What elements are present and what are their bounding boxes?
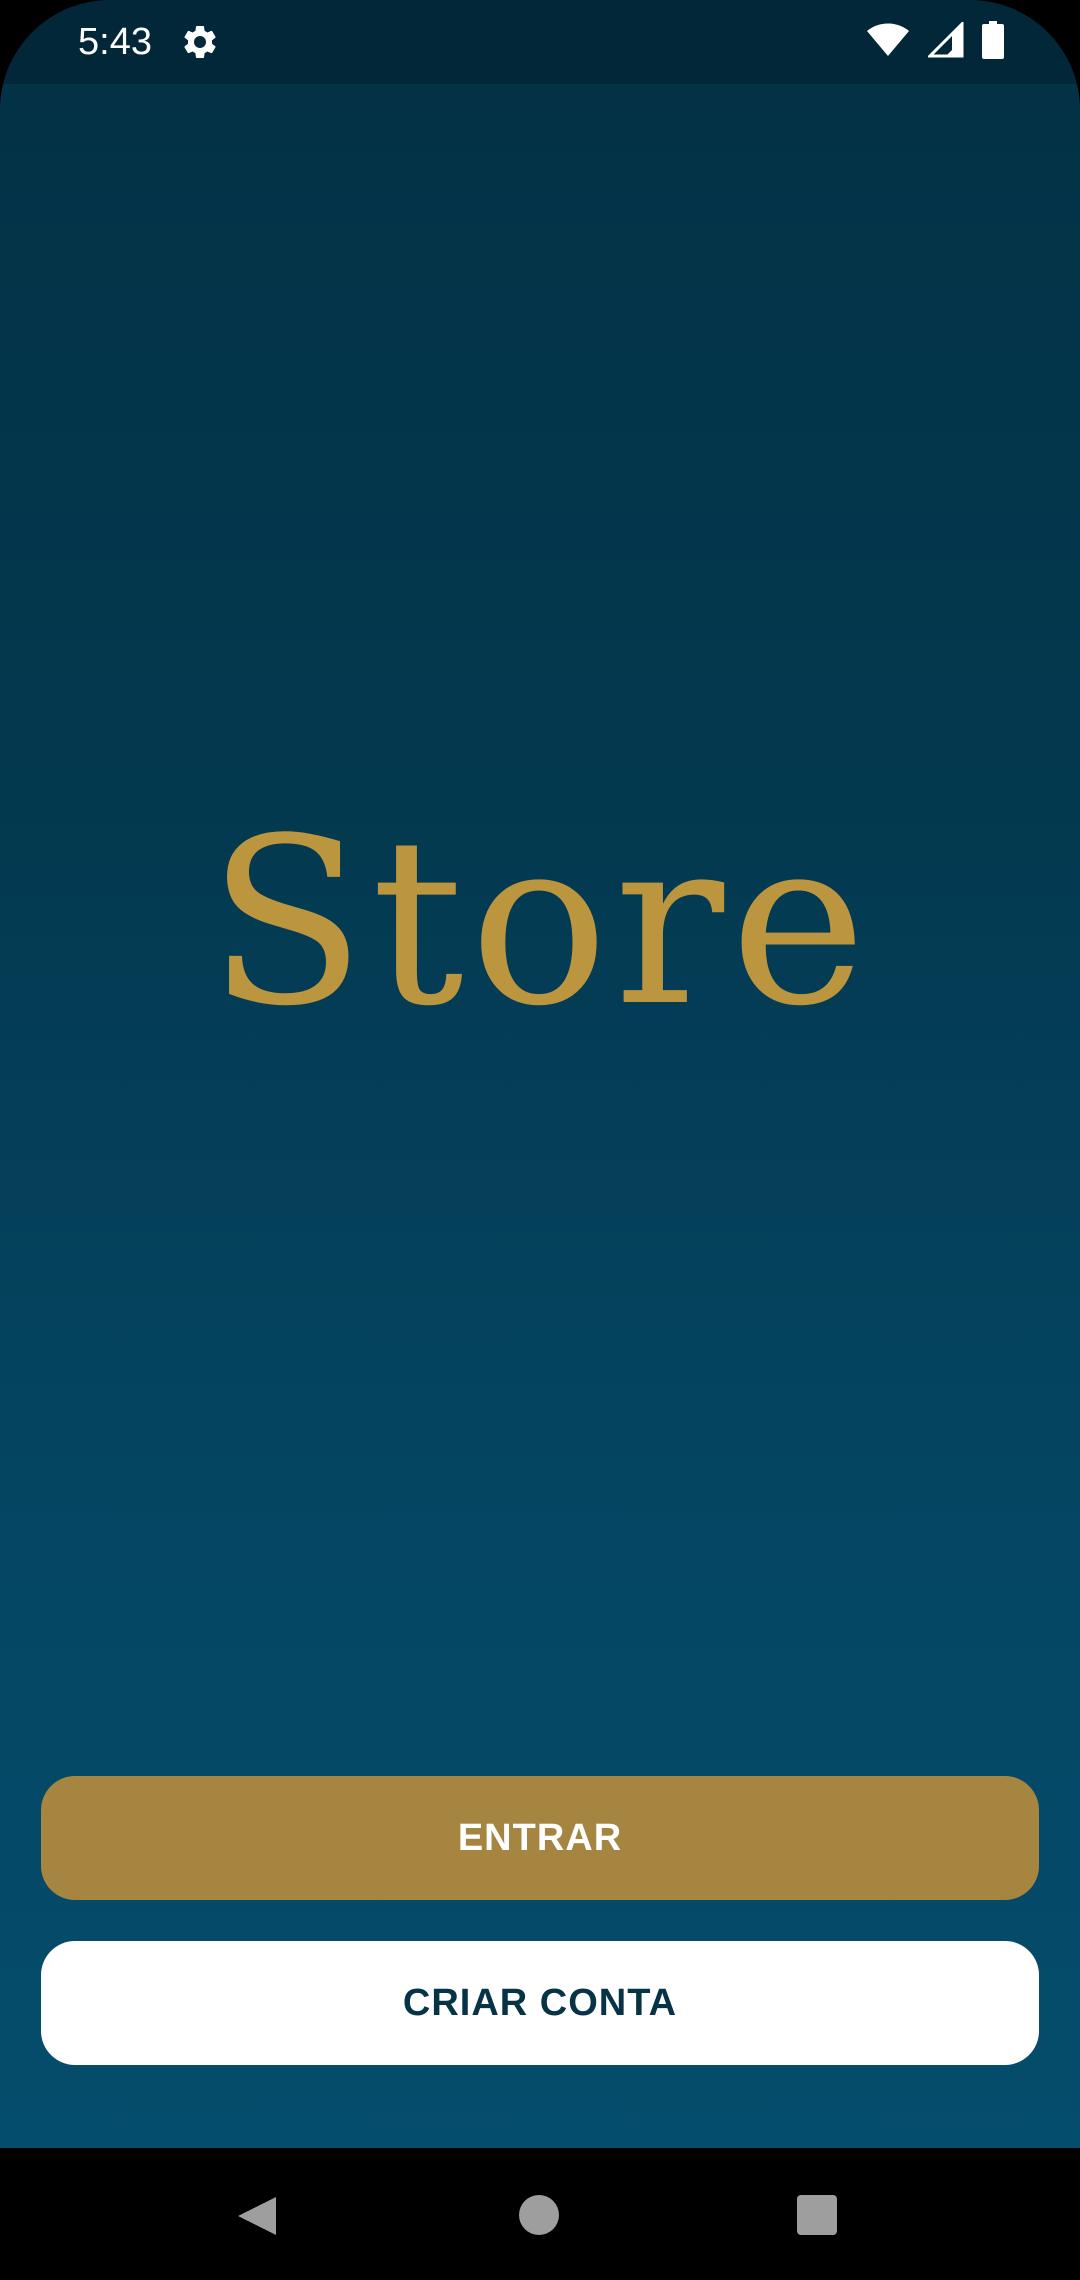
status-time: 5:43	[78, 21, 152, 63]
login-button[interactable]: ENTRAR	[41, 1776, 1039, 1900]
signal-icon	[926, 19, 964, 63]
navigation-bar	[0, 2148, 1080, 2280]
wifi-icon	[866, 22, 910, 63]
welcome-screen: Store ENTRAR CRIAR CONTA	[0, 84, 1080, 2148]
recents-icon[interactable]	[797, 2195, 837, 2235]
brand-logo: Store	[207, 790, 873, 1057]
status-bar: 5:43	[0, 0, 1080, 84]
phone-screen: 5:43 Store ENTRAR CRIAR CONTA	[0, 0, 1080, 2280]
back-icon[interactable]	[236, 2194, 280, 2238]
battery-icon	[982, 20, 1004, 64]
home-icon[interactable]	[519, 2195, 559, 2235]
create-account-button[interactable]: CRIAR CONTA	[41, 1941, 1039, 2065]
status-icons	[866, 19, 1004, 64]
gear-icon	[180, 22, 220, 62]
